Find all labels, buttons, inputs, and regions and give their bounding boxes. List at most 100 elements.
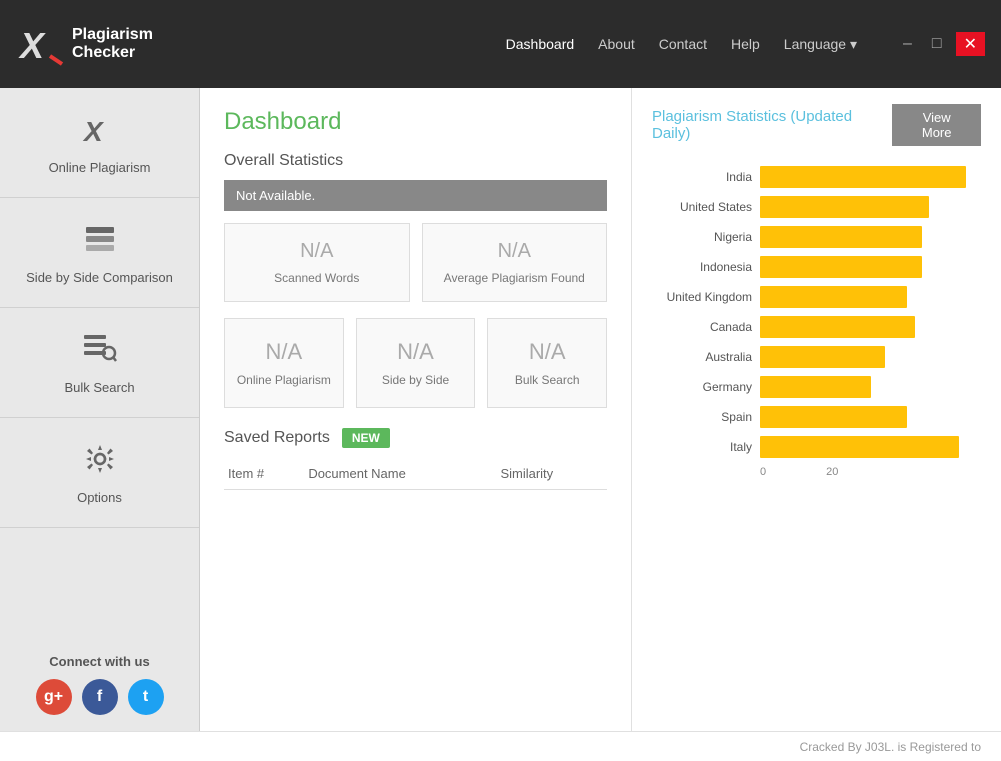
bar-fill [760, 226, 922, 248]
scanned-words-box: N/A Scanned Words [224, 223, 410, 302]
sidebar-bottom: Connect with us g+ f t [0, 638, 199, 731]
sidebar-item-side-by-side[interactable]: Side by Side Comparison [0, 198, 199, 308]
bar-row: India [652, 166, 981, 188]
bar-fill [760, 376, 871, 398]
bar-label: Spain [652, 410, 752, 424]
gear-icon [82, 441, 118, 482]
bar-label: Indonesia [652, 260, 752, 274]
chart-axis: 0 20 [760, 466, 981, 478]
bar-container [760, 226, 981, 248]
nav-about[interactable]: About [598, 36, 635, 52]
sidebar-label-options: Options [77, 490, 122, 505]
bar-row: Canada [652, 316, 981, 338]
overall-statistics-title: Overall Statistics [224, 152, 607, 170]
main-layout: X Online Plagiarism Side by Side Compari… [0, 88, 1001, 731]
bar-row: Indonesia [652, 256, 981, 278]
bar-fill [760, 286, 907, 308]
bar-label: United States [652, 200, 752, 214]
stats-row-3: N/A Online Plagiarism N/A Side by Side N… [224, 318, 607, 408]
axis-label-20: 20 [826, 466, 838, 478]
bar-row: Germany [652, 376, 981, 398]
bar-row: Australia [652, 346, 981, 368]
saved-reports-header: Saved Reports NEW [224, 428, 607, 448]
bar-container [760, 346, 981, 368]
col-similarity: Similarity [496, 458, 607, 490]
right-panel-header: Plagiarism Statistics (Updated Daily) Vi… [652, 104, 981, 146]
col-item: Item # [224, 458, 304, 490]
stats-row-2: N/A Scanned Words N/A Average Plagiarism… [224, 223, 607, 302]
search-list-icon [82, 331, 118, 372]
footer-bar: Cracked By J03L. is Registered to [0, 731, 1001, 761]
bar-row: United Kingdom [652, 286, 981, 308]
bar-chart: India United States Nigeria Indonesia United… [652, 166, 981, 458]
avg-plagiarism-box: N/A Average Plagiarism Found [422, 223, 608, 302]
bar-row: United States [652, 196, 981, 218]
footer-text: Cracked By J03L. is Registered to [800, 740, 981, 754]
saved-reports-title: Saved Reports [224, 429, 330, 447]
sidebar-label-side: Side by Side Comparison [26, 270, 173, 285]
not-available-bar: Not Available. [224, 180, 607, 211]
logo-line1: Plagiarism [72, 26, 153, 44]
bulk-search-box: N/A Bulk Search [487, 318, 607, 408]
axis-label-0: 0 [760, 466, 766, 478]
bar-fill [760, 256, 922, 278]
new-badge[interactable]: NEW [342, 428, 390, 448]
bar-container [760, 166, 981, 188]
chart-title: Plagiarism Statistics (Updated Daily) [652, 108, 892, 142]
logo-text: Plagiarism Checker [72, 26, 153, 61]
bar-label: Canada [652, 320, 752, 334]
app-logo-icon: X [16, 20, 64, 68]
view-more-button[interactable]: View More [892, 104, 981, 146]
maximize-button[interactable]: □ [926, 33, 948, 55]
content-area: Dashboard Overall Statistics Not Availab… [200, 88, 631, 731]
bar-fill [760, 166, 966, 188]
scanned-words-value: N/A [241, 240, 393, 263]
online-plagiarism-label: Online Plagiarism [235, 373, 333, 387]
sidebar-item-options[interactable]: Options [0, 418, 199, 528]
svg-text:X: X [82, 116, 105, 147]
bar-row: Nigeria [652, 226, 981, 248]
scanned-words-label: Scanned Words [241, 271, 393, 285]
bulk-search-label: Bulk Search [498, 373, 596, 387]
nav-contact[interactable]: Contact [659, 36, 707, 52]
bar-fill [760, 346, 885, 368]
titlebar: X Plagiarism Checker Dashboard About Con… [0, 0, 1001, 88]
facebook-button[interactable]: f [82, 679, 118, 715]
bar-container [760, 376, 981, 398]
nav-language[interactable]: Language ▾ [784, 36, 857, 53]
bulk-search-value: N/A [498, 339, 596, 365]
bar-fill [760, 196, 929, 218]
bar-label: India [652, 170, 752, 184]
online-plagiarism-box: N/A Online Plagiarism [224, 318, 344, 408]
bar-row: Italy [652, 436, 981, 458]
svg-text:X: X [18, 25, 46, 66]
bar-fill [760, 436, 959, 458]
minimize-button[interactable]: – [897, 33, 918, 55]
sidebar-item-online-plagiarism[interactable]: X Online Plagiarism [0, 88, 199, 198]
bar-fill [760, 316, 915, 338]
bar-container [760, 286, 981, 308]
bar-fill [760, 406, 907, 428]
bar-label: Germany [652, 380, 752, 394]
nav-dashboard[interactable]: Dashboard [506, 36, 575, 52]
reports-table: Item # Document Name Similarity [224, 458, 607, 490]
sidebar-label-bulk: Bulk Search [64, 380, 134, 395]
close-button[interactable]: ✕ [956, 32, 985, 56]
page-title: Dashboard [224, 108, 607, 136]
avg-plagiarism-value: N/A [439, 240, 591, 263]
nav-area: Dashboard About Contact Help Language ▾ … [506, 32, 985, 56]
nav-help[interactable]: Help [731, 36, 760, 52]
twitter-button[interactable]: t [128, 679, 164, 715]
bar-label: Nigeria [652, 230, 752, 244]
bar-container [760, 316, 981, 338]
side-by-side-box: N/A Side by Side [356, 318, 476, 408]
google-plus-button[interactable]: g+ [36, 679, 72, 715]
logo-area: X Plagiarism Checker [16, 20, 153, 68]
social-icons: g+ f t [16, 679, 183, 715]
bar-row: Spain [652, 406, 981, 428]
sidebar-item-bulk-search[interactable]: Bulk Search [0, 308, 199, 418]
sidebar-label-online: Online Plagiarism [49, 160, 151, 175]
table-header-row: Item # Document Name Similarity [224, 458, 607, 490]
online-plagiarism-value: N/A [235, 339, 333, 365]
side-by-side-value: N/A [367, 339, 465, 365]
